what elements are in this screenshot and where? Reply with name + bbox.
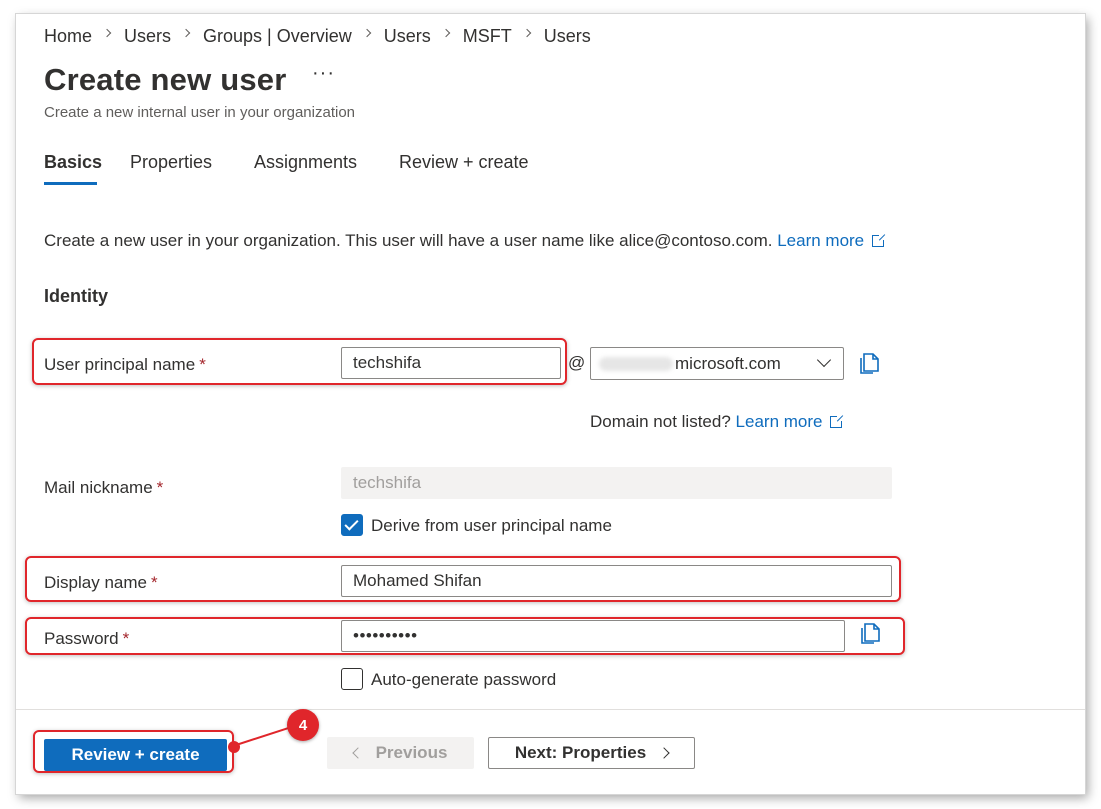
domain-learn-more-label: Learn more xyxy=(735,412,823,431)
chevron-right-icon xyxy=(362,28,372,37)
step-number-badge: 4 xyxy=(287,709,319,741)
breadcrumb-users-3[interactable]: Users xyxy=(544,26,591,47)
section-identity: Identity xyxy=(44,286,109,306)
tab-properties[interactable]: Properties xyxy=(130,152,212,173)
next-properties-button[interactable]: Next: Properties xyxy=(488,737,695,769)
required-marker: * xyxy=(151,573,158,592)
footer-divider xyxy=(16,709,1085,710)
next-label: Next: Properties xyxy=(514,743,647,762)
chevron-right-icon xyxy=(102,28,112,37)
chevron-right-icon xyxy=(522,28,532,37)
chevron-left-icon xyxy=(351,747,364,759)
active-tab-indicator xyxy=(44,182,97,185)
mail-nickname-label-text: Mail nickname xyxy=(44,478,153,497)
mail-nickname-label: Mail nickname * xyxy=(44,478,163,498)
tab-assignments[interactable]: Assignments xyxy=(254,152,357,173)
review-create-button[interactable]: Review + create xyxy=(44,739,227,771)
display-name-label: Display name * xyxy=(44,573,158,593)
previous-label: Previous xyxy=(375,743,448,762)
tab-basics[interactable]: Basics xyxy=(44,152,102,173)
create-user-panel: Home Users Groups | Overview Users MSFT … xyxy=(16,14,1085,794)
learn-more-link[interactable]: Learn more xyxy=(777,231,887,250)
mail-nickname-input xyxy=(341,467,892,499)
derive-label[interactable]: Derive from user principal name xyxy=(371,516,612,536)
more-options-button[interactable]: ··· xyxy=(312,62,335,85)
password-input[interactable] xyxy=(341,620,845,652)
tab-review-create[interactable]: Review + create xyxy=(399,152,529,173)
domain-note-text: Domain not listed? xyxy=(590,412,731,431)
upn-label: User principal name * xyxy=(44,355,206,375)
domain-dropdown[interactable]: microsoft.com xyxy=(590,347,844,380)
intro-description: Create a new user in your organization. … xyxy=(44,231,773,250)
breadcrumb-home[interactable]: Home xyxy=(44,26,92,47)
intro-text: Create a new user in your organization. … xyxy=(44,231,887,251)
breadcrumb: Home Users Groups | Overview Users MSFT … xyxy=(44,26,591,47)
page-subtitle: Create a new internal user in your organ… xyxy=(44,104,356,121)
external-link-icon xyxy=(830,414,845,428)
copy-icon[interactable] xyxy=(860,621,882,645)
password-label: Password * xyxy=(44,629,129,649)
upn-input[interactable] xyxy=(341,347,561,379)
domain-not-listed-note: Domain not listed? Learn more xyxy=(590,412,845,432)
required-marker: * xyxy=(156,478,164,497)
chevron-right-icon xyxy=(181,28,191,37)
page-title: Create new user xyxy=(44,62,287,97)
breadcrumb-msft[interactable]: MSFT xyxy=(463,26,512,47)
chevron-down-icon xyxy=(816,352,832,368)
required-marker: * xyxy=(199,355,206,374)
display-name-label-text: Display name xyxy=(44,573,147,592)
breadcrumb-users[interactable]: Users xyxy=(124,26,171,47)
checkmark-icon xyxy=(344,516,359,531)
chevron-right-icon xyxy=(441,28,451,37)
derive-checkbox[interactable] xyxy=(341,514,363,536)
display-name-input[interactable] xyxy=(341,565,892,597)
at-symbol: @ xyxy=(568,353,586,372)
annotation-dot xyxy=(228,741,240,753)
auto-generate-label[interactable]: Auto-generate password xyxy=(371,670,556,690)
password-label-text: Password xyxy=(44,629,119,648)
auto-generate-checkbox[interactable] xyxy=(341,668,363,690)
required-marker: * xyxy=(122,629,130,648)
redacted-domain-prefix xyxy=(599,357,673,371)
previous-button: Previous xyxy=(327,737,474,769)
breadcrumb-users-2[interactable]: Users xyxy=(384,26,431,47)
upn-label-text: User principal name xyxy=(44,355,196,374)
learn-more-label: Learn more xyxy=(777,231,865,250)
breadcrumb-groups-overview[interactable]: Groups | Overview xyxy=(203,26,352,47)
domain-learn-more-link[interactable]: Learn more xyxy=(735,412,845,431)
domain-value: microsoft.com xyxy=(675,354,781,373)
copy-icon[interactable] xyxy=(859,351,881,375)
chevron-right-icon xyxy=(658,747,670,759)
external-link-icon xyxy=(872,233,887,247)
